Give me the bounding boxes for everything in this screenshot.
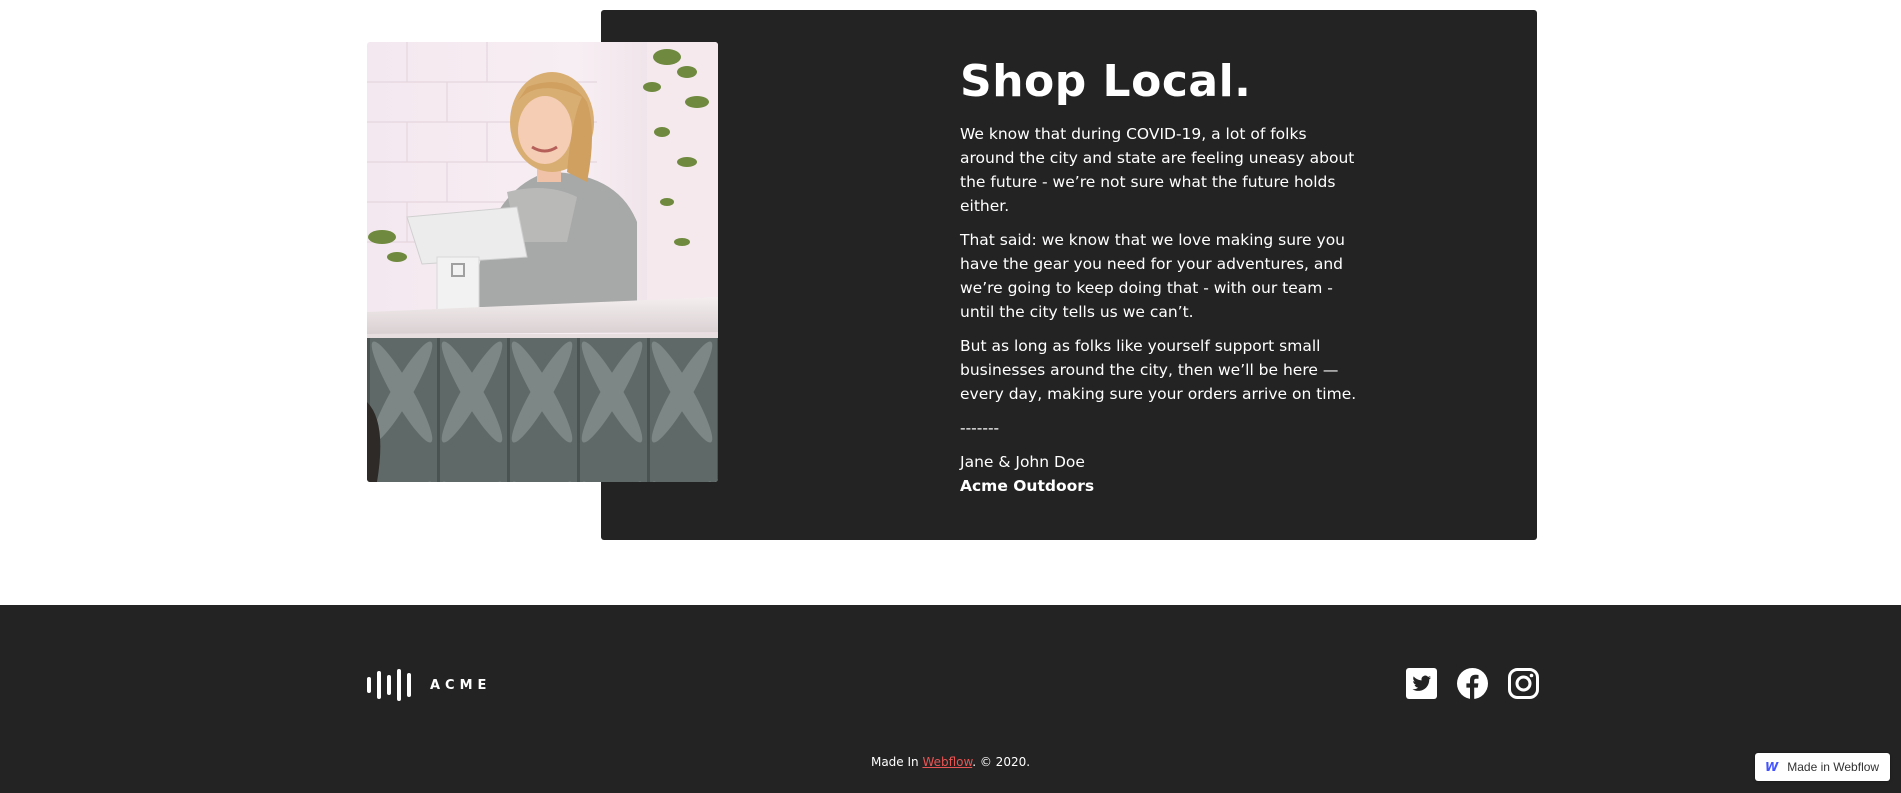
footer-credit: Made In Webflow. © 2020. [0, 755, 1901, 769]
facebook-icon[interactable] [1457, 668, 1488, 699]
webflow-logo-icon: W [1765, 760, 1779, 774]
instagram-icon[interactable] [1508, 668, 1539, 699]
webflow-link[interactable]: Webflow [922, 755, 972, 769]
paragraph: We know that during COVID-19, a lot of f… [960, 125, 1355, 215]
badge-label: Made in Webflow [1787, 760, 1880, 774]
acme-logo[interactable]: ACME [367, 669, 491, 701]
signature-company: Acme Outdoors [960, 477, 1095, 495]
paragraph: But as long as folks like yourself suppo… [960, 337, 1357, 403]
logo-text: ACME [430, 677, 492, 693]
made-in-webflow-badge[interactable]: W Made in Webflow [1755, 753, 1890, 781]
shop-local-copy: Shop Local. We know that during COVID-19… [960, 52, 1360, 498]
credit-prefix: Made In [870, 755, 923, 769]
shopkeeper-photo [367, 42, 718, 482]
social-links [1406, 668, 1539, 699]
paragraph: That said: we know that we love making s… [960, 231, 1346, 321]
signature-name: Jane & John Doe [960, 453, 1085, 471]
sound-bars-icon [367, 669, 411, 701]
section-title: Shop Local. [960, 56, 1252, 107]
page: Shop Local. We know that during COVID-19… [0, 0, 1901, 793]
credit-suffix: . © 2020. [972, 755, 1031, 769]
footer: ACME Made In Webflow. © 2020. [0, 605, 1901, 793]
divider: ------- [960, 419, 1000, 437]
twitter-icon[interactable] [1406, 668, 1437, 699]
